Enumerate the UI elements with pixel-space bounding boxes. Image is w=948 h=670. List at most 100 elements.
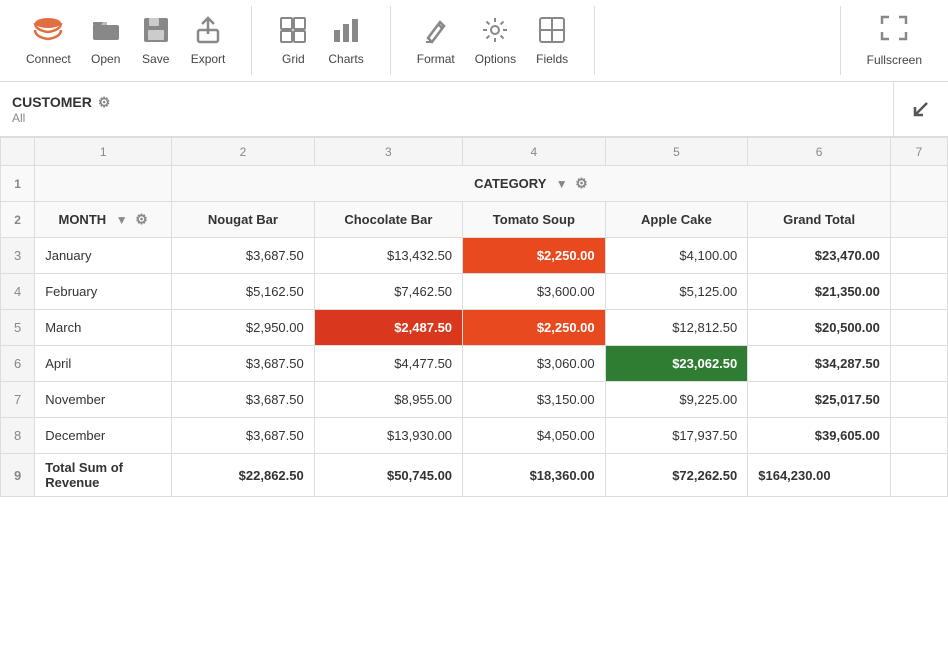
total-value-cell: $50,745.00 xyxy=(314,454,462,497)
table-container: 1 2 3 4 5 6 7 1 CATEGORY ▼ ⚙ xyxy=(0,137,948,670)
empty-cell xyxy=(890,274,947,310)
customer-info: CUSTOMER ⚙ All xyxy=(0,82,893,136)
value-cell: $9,225.00 xyxy=(605,382,748,418)
month-cell: November xyxy=(35,382,172,418)
table-row: 4February$5,162.50$7,462.50$3,600.00$5,1… xyxy=(1,274,948,310)
category-empty-2 xyxy=(890,166,947,202)
month-header: MONTH ▼ ⚙ xyxy=(35,202,172,238)
table-row: 5March$2,950.00$2,487.50$2,250.00$12,812… xyxy=(1,310,948,346)
export-button[interactable]: Export xyxy=(181,12,236,70)
toolbar-group-view: Grid Charts xyxy=(252,6,390,75)
export-label: Export xyxy=(191,52,226,66)
empty-cell xyxy=(890,418,947,454)
customer-name: CUSTOMER ⚙ xyxy=(12,94,881,111)
col-header-tomato: Tomato Soup xyxy=(463,202,606,238)
value-cell: $2,950.00 xyxy=(172,310,315,346)
toolbar-group-data: Connect Open Save xyxy=(0,6,252,75)
open-icon xyxy=(91,16,121,48)
table-row: 8December$3,687.50$13,930.00$4,050.00$17… xyxy=(1,418,948,454)
value-cell: $5,162.50 xyxy=(172,274,315,310)
row-num-8: 8 xyxy=(1,418,35,454)
format-button[interactable]: Format xyxy=(407,12,465,70)
column-number-row: 1 2 3 4 5 6 7 xyxy=(1,138,948,166)
fields-button[interactable]: Fields xyxy=(526,12,578,70)
col-header-nougat: Nougat Bar xyxy=(172,202,315,238)
value-cell: $4,050.00 xyxy=(463,418,606,454)
value-cell: $3,687.50 xyxy=(172,346,315,382)
export-icon xyxy=(194,16,222,48)
customer-sub: All xyxy=(12,111,881,125)
col-header-chocolate: Chocolate Bar xyxy=(314,202,462,238)
empty-cell xyxy=(890,346,947,382)
value-cell: $2,250.00 xyxy=(463,238,606,274)
col-num-6: 6 xyxy=(748,138,891,166)
connect-label: Connect xyxy=(26,52,71,66)
row-num-5: 5 xyxy=(1,310,35,346)
customer-collapse-button[interactable] xyxy=(893,82,948,136)
customer-gear-icon[interactable]: ⚙ xyxy=(98,94,111,111)
connect-button[interactable]: Connect xyxy=(16,12,81,70)
charts-label: Charts xyxy=(328,52,363,66)
category-header-row: 1 CATEGORY ▼ ⚙ xyxy=(1,166,948,202)
month-cell: March xyxy=(35,310,172,346)
value-cell: $3,600.00 xyxy=(463,274,606,310)
value-cell: $4,100.00 xyxy=(605,238,748,274)
save-button[interactable]: Save xyxy=(131,12,181,70)
grand-total-row: 9Total Sum of Revenue$22,862.50$50,745.0… xyxy=(1,454,948,497)
value-cell: $3,687.50 xyxy=(172,382,315,418)
value-cell: $3,150.00 xyxy=(463,382,606,418)
value-cell: $2,487.50 xyxy=(314,310,462,346)
grid-button[interactable]: Grid xyxy=(268,12,318,70)
empty-cell xyxy=(890,454,947,497)
collapse-icon xyxy=(909,97,933,121)
value-cell: $13,930.00 xyxy=(314,418,462,454)
category-filter-icon[interactable]: ▼ xyxy=(556,177,568,191)
col-num-7: 7 xyxy=(890,138,947,166)
charts-button[interactable]: Charts xyxy=(318,12,373,70)
save-icon xyxy=(142,16,170,48)
total-cell: $34,287.50 xyxy=(748,346,891,382)
format-icon xyxy=(422,16,450,48)
options-icon xyxy=(481,16,509,48)
col-num-1: 1 xyxy=(35,138,172,166)
month-filter-icon[interactable]: ▼ xyxy=(116,213,128,227)
col-num-4: 4 xyxy=(463,138,606,166)
table-row: 7November$3,687.50$8,955.00$3,150.00$9,2… xyxy=(1,382,948,418)
fullscreen-icon xyxy=(879,14,909,49)
grid-icon xyxy=(279,16,307,48)
row-num-9: 9 xyxy=(1,454,35,497)
fullscreen-button[interactable]: Fullscreen xyxy=(857,10,932,71)
fields-icon xyxy=(538,16,566,48)
month-cell: December xyxy=(35,418,172,454)
total-value-cell: $72,262.50 xyxy=(605,454,748,497)
total-value-cell: $22,862.50 xyxy=(172,454,315,497)
value-cell: $23,062.50 xyxy=(605,346,748,382)
value-cell: $8,955.00 xyxy=(314,382,462,418)
open-button[interactable]: Open xyxy=(81,12,131,70)
total-cell: $21,350.00 xyxy=(748,274,891,310)
total-value-cell: $18,360.00 xyxy=(463,454,606,497)
format-label: Format xyxy=(417,52,455,66)
value-cell: $13,432.50 xyxy=(314,238,462,274)
value-cell: $5,125.00 xyxy=(605,274,748,310)
fullscreen-group: Fullscreen xyxy=(840,6,948,75)
options-button[interactable]: Options xyxy=(465,12,526,70)
category-label: CATEGORY ▼ ⚙ xyxy=(172,166,891,202)
category-empty-1 xyxy=(35,166,172,202)
empty-cell xyxy=(890,310,947,346)
total-label: Total Sum of Revenue xyxy=(35,454,172,497)
grand-total-value: $164,230.00 xyxy=(748,454,891,497)
category-gear-icon[interactable]: ⚙ xyxy=(575,175,588,191)
options-label: Options xyxy=(475,52,516,66)
value-cell: $2,250.00 xyxy=(463,310,606,346)
total-cell: $25,017.50 xyxy=(748,382,891,418)
connect-icon xyxy=(33,16,63,48)
value-cell: $7,462.50 xyxy=(314,274,462,310)
col-num-2: 2 xyxy=(172,138,315,166)
total-cell: $23,470.00 xyxy=(748,238,891,274)
month-gear-icon[interactable]: ⚙ xyxy=(135,211,148,227)
value-cell: $4,477.50 xyxy=(314,346,462,382)
col-header-grand: Grand Total xyxy=(748,202,891,238)
row-num-4: 4 xyxy=(1,274,35,310)
month-cell: April xyxy=(35,346,172,382)
